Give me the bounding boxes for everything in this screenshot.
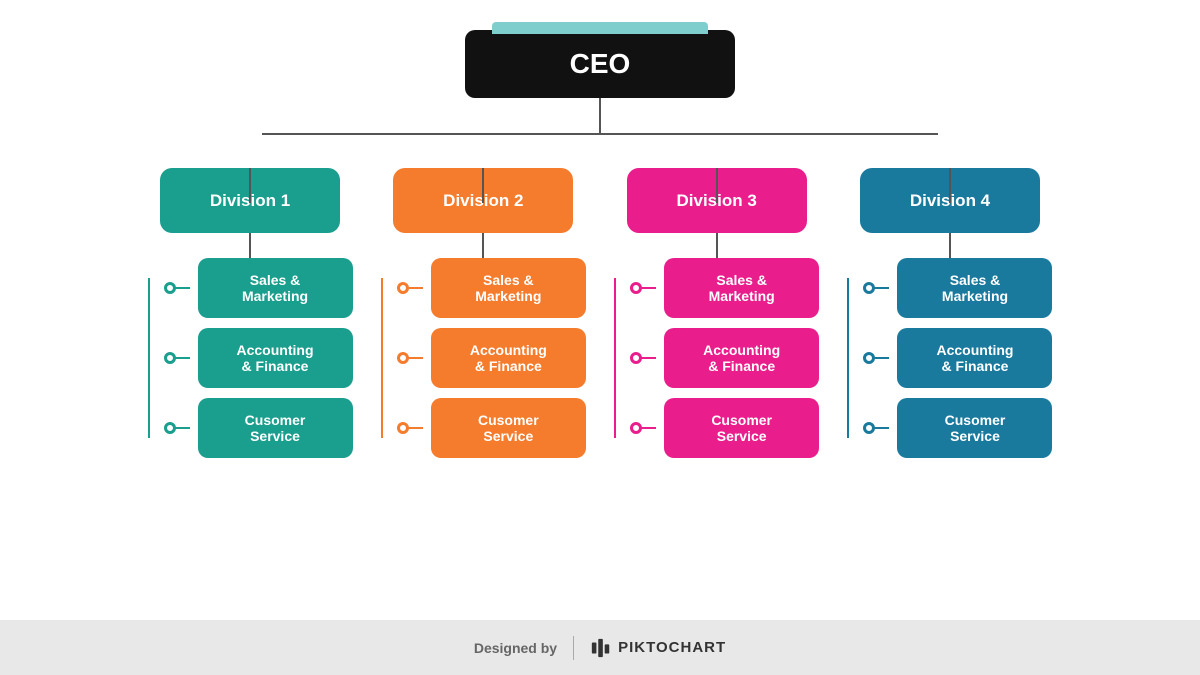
sub-row-1-3: Cusomer Service [170, 398, 353, 458]
division-line-down-2 [482, 233, 484, 258]
divisions-wrapper: Division 1 Sales & Marketing Accounting & … [0, 133, 1200, 458]
dot-3-2 [630, 352, 642, 364]
division-col-1: Division 1 Sales & Marketing Accounting & … [150, 168, 350, 458]
sub-item-box-2-2: Accounting & Finance [431, 328, 586, 388]
dot-4-3 [863, 422, 875, 434]
sub-item-box-4-1: Sales & Marketing [897, 258, 1052, 318]
division-box-3: Division 3 [627, 168, 807, 233]
footer-divider [573, 636, 574, 660]
dot-1-1 [164, 282, 176, 294]
footer-logo: PIKTOCHART [590, 637, 726, 659]
sub-item-box-1-1: Sales & Marketing [198, 258, 353, 318]
division-box-1: Division 1 [160, 168, 340, 233]
sub-row-2-1: Sales & Marketing [403, 258, 586, 318]
dot-3-3 [630, 422, 642, 434]
sub-item-box-3-2: Accounting & Finance [664, 328, 819, 388]
sub-item-box-4-3: Cusomer Service [897, 398, 1052, 458]
footer: Designed by PIKTOCHART [0, 620, 1200, 675]
sub-item-box-3-1: Sales & Marketing [664, 258, 819, 318]
vert-bar-3 [614, 278, 616, 438]
dot-4-2 [863, 352, 875, 364]
sub-item-box-1-2: Accounting & Finance [198, 328, 353, 388]
sub-row-2-2: Accounting & Finance [403, 328, 586, 388]
division-col-2: Division 2 Sales & Marketing Accounting & … [383, 168, 583, 458]
division-line-down-4 [949, 233, 951, 258]
sub-row-3-1: Sales & Marketing [636, 258, 819, 318]
sub-row-2-3: Cusomer Service [403, 398, 586, 458]
vert-bar-4 [847, 278, 849, 438]
dot-2-2 [397, 352, 409, 364]
dot-3-1 [630, 282, 642, 294]
sub-item-box-2-1: Sales & Marketing [431, 258, 586, 318]
ceo-connector-line [599, 98, 601, 133]
division-line-down-1 [249, 233, 251, 258]
vert-bar-1 [148, 278, 150, 438]
sub-container-3: Sales & Marketing Accounting & Finance Cus… [614, 258, 819, 458]
sub-container-4: Sales & Marketing Accounting & Finance Cus… [847, 258, 1052, 458]
dot-2-3 [397, 422, 409, 434]
division-box-4: Division 4 [860, 168, 1040, 233]
vert-bar-2 [381, 278, 383, 438]
division-box-2: Division 2 [393, 168, 573, 233]
sub-item-box-2-3: Cusomer Service [431, 398, 586, 458]
sub-row-1-2: Accounting & Finance [170, 328, 353, 388]
sub-row-3-2: Accounting & Finance [636, 328, 819, 388]
piktochart-icon [590, 637, 612, 659]
sub-row-4-2: Accounting & Finance [869, 328, 1052, 388]
ceo-label: CEO [570, 48, 631, 79]
dot-1-2 [164, 352, 176, 364]
sub-container-2: Sales & Marketing Accounting & Finance Cus… [381, 258, 586, 458]
division-col-3: Division 3 Sales & Marketing Accounting & … [617, 168, 817, 458]
dot-1-3 [164, 422, 176, 434]
ceo-wrapper: CEO [465, 30, 735, 133]
sub-row-1-1: Sales & Marketing [170, 258, 353, 318]
sub-container-1: Sales & Marketing Accounting & Finance Cus… [148, 258, 353, 458]
sub-item-box-3-3: Cusomer Service [664, 398, 819, 458]
ceo-box: CEO [465, 30, 735, 98]
sub-row-4-1: Sales & Marketing [869, 258, 1052, 318]
dot-4-1 [863, 282, 875, 294]
divisions-connector: Division 1 Sales & Marketing Accounting & … [150, 133, 1050, 458]
sub-item-box-4-2: Accounting & Finance [897, 328, 1052, 388]
sub-item-box-1-3: Cusomer Service [198, 398, 353, 458]
dot-2-1 [397, 282, 409, 294]
division-col-4: Division 4 Sales & Marketing Accounting & … [850, 168, 1050, 458]
sub-row-3-3: Cusomer Service [636, 398, 819, 458]
main-area: CEO Division 1 Sales & Marketing Accountin… [0, 0, 1200, 620]
piktochart-brand: PIKTOCHART [618, 639, 726, 656]
sub-row-4-3: Cusomer Service [869, 398, 1052, 458]
division-line-down-3 [716, 233, 718, 258]
footer-designed-by: Designed by [474, 640, 557, 656]
divisions-row: Division 1 Sales & Marketing Accounting & … [150, 133, 1050, 458]
